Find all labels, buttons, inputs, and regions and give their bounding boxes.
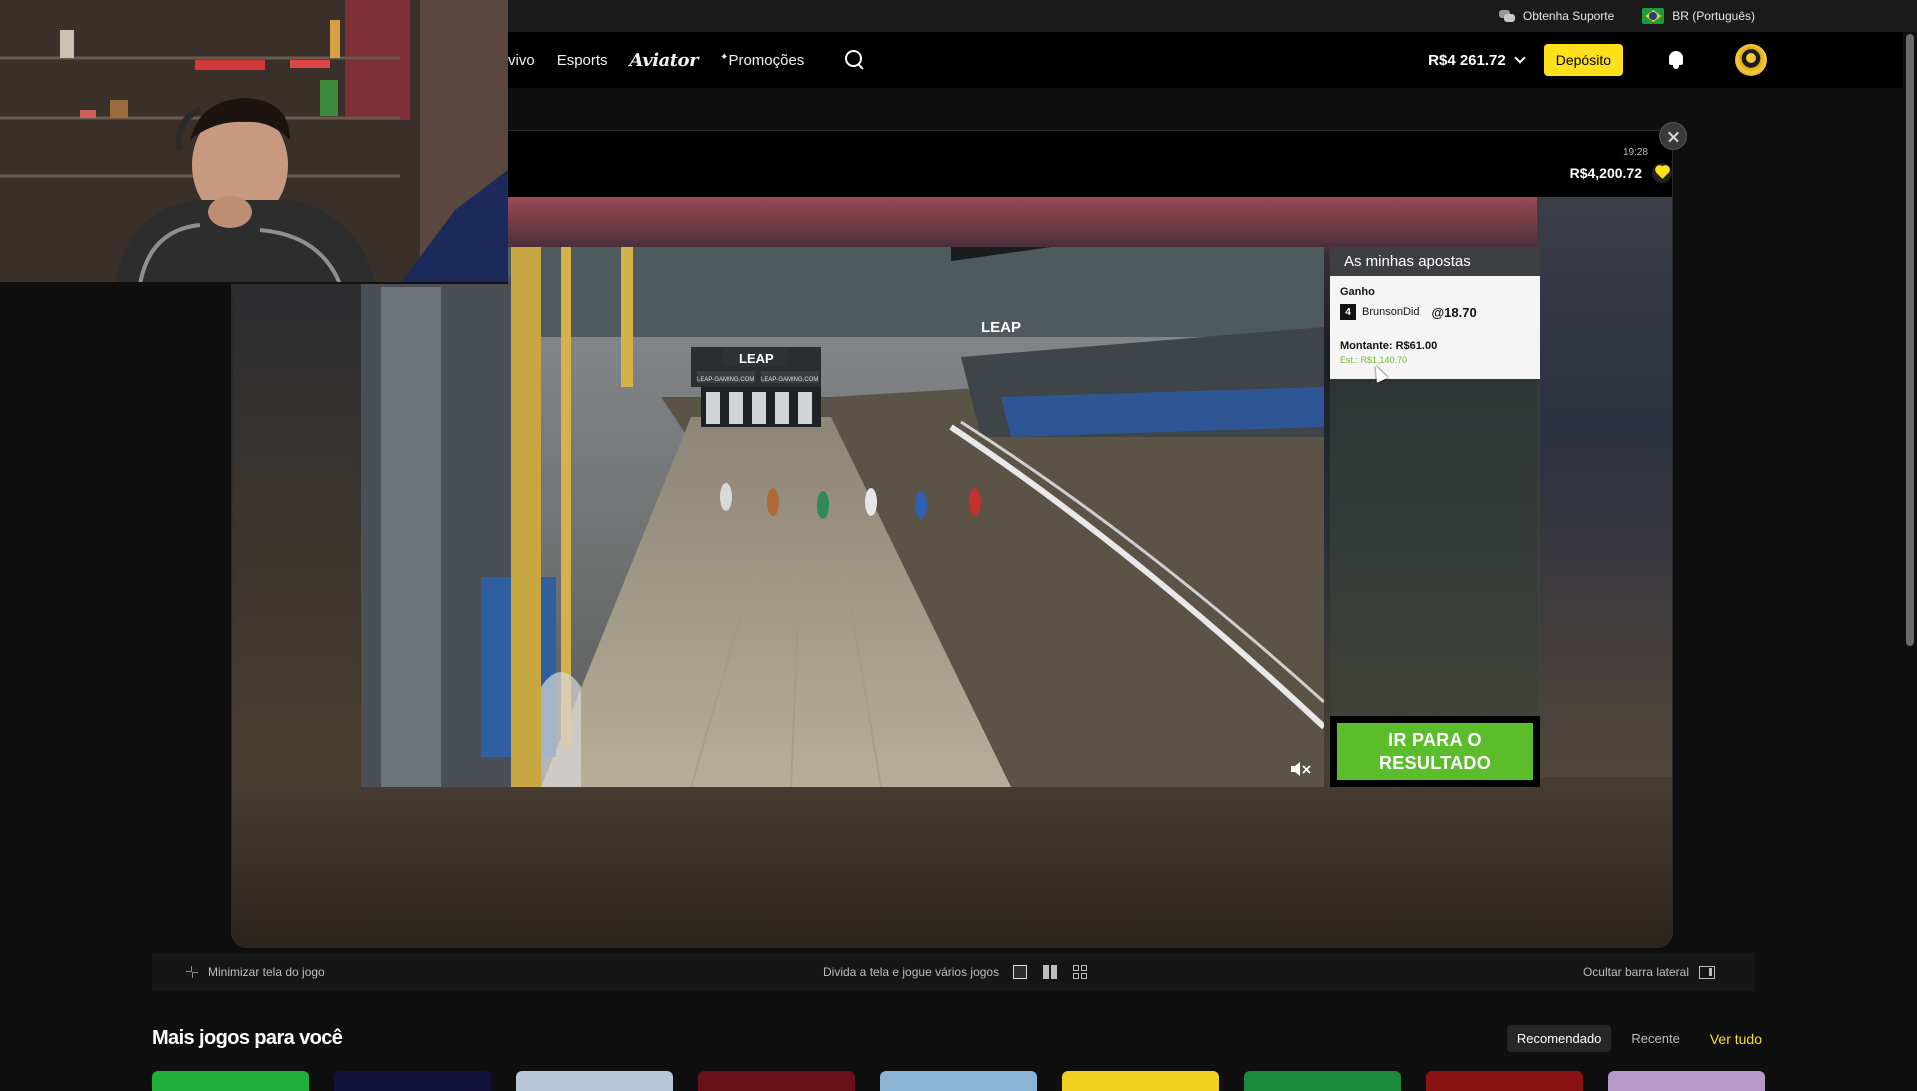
bet-selection: 4 BrunsonDid @18.70 [1340,304,1530,320]
brazil-flag-icon [1642,8,1665,24]
leap-sign-track: LEAP [981,319,1021,336]
support-label: Obtenha Suporte [1522,9,1615,23]
nav-item-aviator[interactable]: Aviator [630,50,699,71]
game-tile[interactable] [1062,1071,1219,1091]
language-selector[interactable]: BR (Português) [1642,8,1755,24]
leap-gaming-sign-1: LEAP-GAMING.COM [697,377,754,383]
close-game-button[interactable] [1659,122,1687,150]
balance-value: R$4 261.72 [1428,51,1506,69]
balance-dropdown[interactable]: R$4 261.72 [1428,51,1526,69]
bet-estimate: Est.: R$1,140.70 [1340,355,1408,365]
game-tile[interactable] [152,1071,309,1091]
stage-blurred-right [1537,197,1672,777]
game-tile[interactable] [880,1071,1037,1091]
four-layout-icon[interactable] [1071,964,1089,980]
more-games-title: Mais jogos para você [152,1027,343,1049]
game-tile[interactable] [1244,1071,1401,1091]
chevron-down-icon [1514,52,1526,64]
search-icon[interactable] [844,49,866,71]
selection-name: BrunsonDid [1362,306,1420,318]
hide-sidebar-button[interactable]: Ocultar barra lateral [1583,965,1715,979]
bet-type: Ganho [1340,286,1375,298]
streamer-webcam [0,0,508,284]
game-controls-bar: Minimizar tela do jogo Divida a tela e j… [152,953,1755,991]
nav-item-esports[interactable]: Esports [557,52,608,69]
nav-item-promotions[interactable]: ✦Promoções [720,52,804,69]
support-link[interactable]: Obtenha Suporte [1498,9,1615,23]
leap-sign-gate: LEAP [739,351,774,366]
split-label: Divida a tela e jogue vários jogos [823,965,1000,979]
chat-icon [1498,10,1515,22]
my-bets-title: As minhas apostas [1330,247,1540,276]
bell-icon[interactable] [1667,50,1685,70]
account-area: R$4 261.72 Depósito [1428,32,1767,88]
my-bets-panel: As minhas apostas Ganho 4 BrunsonDid @18… [1330,247,1540,787]
greyhound-track-scene: LEAP LEAP-GAMING.COM LEAP-GAMING.COM LEA… [361,247,1324,787]
minimize-label: Minimizar tela do jogo [208,965,325,979]
webcam-feed [0,0,508,282]
favorite-heart-icon[interactable] [1652,163,1672,183]
bet-card[interactable]: Ganho 4 BrunsonDid @18.70 Montante: R$61… [1330,276,1540,379]
see-all-link[interactable]: Ver tudo [1710,1031,1762,1047]
deposit-button[interactable]: Depósito [1543,44,1623,76]
game-tile[interactable] [1426,1071,1583,1091]
mute-icon[interactable] [1290,760,1312,778]
bet-stake: Montante: R$61.00 [1340,340,1438,352]
page-scrollbar[interactable] [1903,32,1917,1080]
bet-odds: @18.70 [1431,304,1477,320]
go-to-result-button[interactable]: IR PARA O RESULTADO [1337,723,1533,780]
single-layout-icon[interactable] [1011,964,1029,980]
stage-blurred-left [232,237,362,777]
game-balance: R$4,200.72 [1569,165,1642,181]
two-layout-icon[interactable] [1041,964,1059,980]
nav-item-live[interactable]: vivo [508,52,535,69]
promotions-label: Promoções [728,51,805,69]
game-tile[interactable] [516,1071,673,1091]
tab-recent[interactable]: Recente [1621,1025,1689,1052]
language-label: BR (Português) [1672,9,1755,23]
game-tile[interactable] [334,1071,491,1091]
leap-gaming-sign-2: LEAP-GAMING.COM [761,377,818,383]
more-games-tabs: Recomendado Recente Ver tudo [1506,1025,1762,1052]
nav-links: vivo Esports Aviator ✦Promoções [508,32,866,88]
avatar[interactable] [1735,44,1767,76]
trap-number-badge: 4 [1340,304,1356,320]
sidebar-toggle-icon [1699,965,1715,979]
race-video: LEAP LEAP-GAMING.COM LEAP-GAMING.COM LEA… [361,247,1324,787]
scrollbar-thumb[interactable] [1906,34,1914,646]
game-tiles-row [152,1071,1765,1091]
hide-sidebar-label: Ocultar barra lateral [1582,965,1689,979]
result-button-wrap: IR PARA O RESULTADO [1330,716,1540,787]
game-tile[interactable] [1608,1071,1765,1091]
split-screen-controls: Divida a tela e jogue vários jogos [823,964,1089,980]
tab-recommended[interactable]: Recomendado [1506,1025,1612,1052]
minimize-game-button[interactable]: Minimizar tela do jogo [186,965,325,979]
game-clock: 19:28 [1622,147,1648,158]
minimize-icon [186,966,198,978]
game-tile[interactable] [698,1071,855,1091]
